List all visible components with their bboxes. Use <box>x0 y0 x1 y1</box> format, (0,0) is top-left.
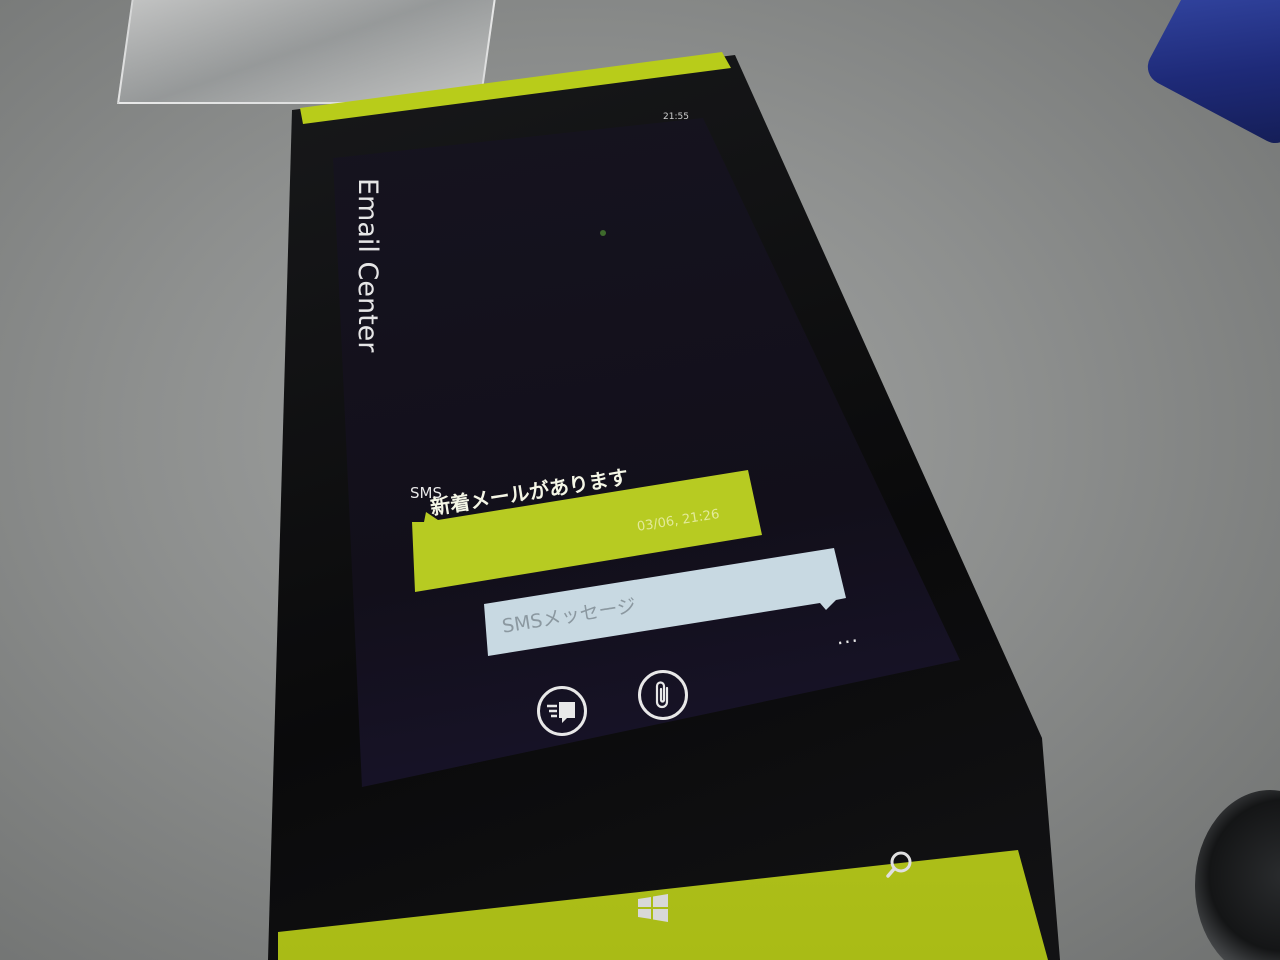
attach-button[interactable] <box>638 670 688 720</box>
more-menu-button[interactable]: ... <box>834 622 860 649</box>
status-bar-time: 21:55 <box>663 112 689 122</box>
clear-plastic-case <box>116 0 498 104</box>
search-icon <box>886 851 912 878</box>
attach-icon <box>655 681 669 709</box>
round-dark-object <box>1195 790 1280 960</box>
hardware-search-button[interactable] <box>885 850 915 880</box>
windows-start-button[interactable] <box>636 893 670 923</box>
screen-glare <box>600 230 606 236</box>
windows-start-icon <box>638 894 668 922</box>
blue-object <box>1141 0 1280 150</box>
app-title: Email Center <box>352 178 383 353</box>
send-icon <box>547 702 575 723</box>
send-button[interactable] <box>537 686 587 736</box>
photo-scene: 21:55 Email Center SMS 新着メールがあります 03/06,… <box>0 0 1280 960</box>
